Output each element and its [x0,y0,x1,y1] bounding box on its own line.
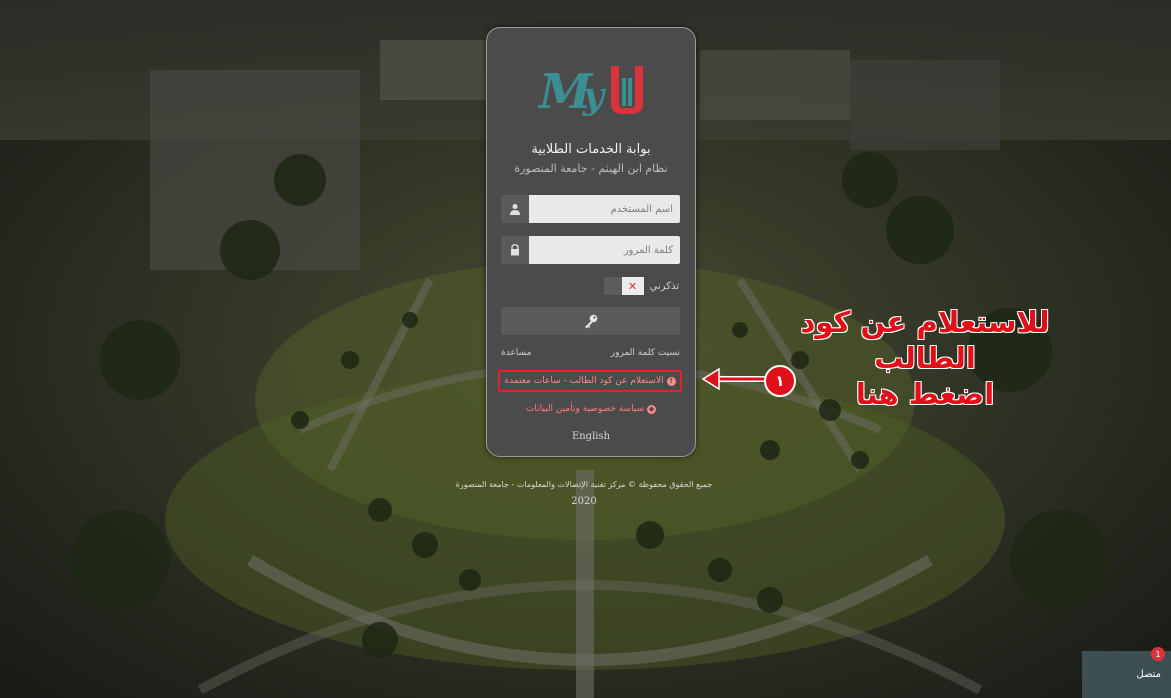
user-icon [501,195,529,223]
remember-me-toggle[interactable]: ✕ [603,277,644,295]
contact-label: متصل [1136,669,1161,680]
myu-logo: M y [487,58,695,118]
copyright-footer: جميع الحقوق محفوظة © مركز تقنية الإتصالا… [434,480,734,507]
password-input[interactable] [529,236,680,264]
remember-me-label: تذكرني [649,280,679,292]
username-field [501,195,680,223]
password-field [501,236,680,264]
auth-links: نسيت كلمة المرور مساعدة [501,348,680,358]
login-button[interactable] [501,307,680,335]
annotation-arrow-icon [701,367,767,391]
login-card: M y بوابة الخدمات الطلابية نظام ابن الهي… [486,27,696,457]
portal-subtitle: نظام ابن الهيثم - جامعة المنصورة [514,162,668,175]
annotation-line-1: للاستعلام عن كود الطالب [800,305,1050,375]
key-icon [584,314,597,329]
annotation-line-2: اضغط هنا [855,377,995,411]
toggle-off-icon: ✕ [621,277,644,295]
help-link[interactable]: مساعدة [501,348,531,358]
shield-icon: ◆ [647,404,657,414]
remember-me: تذكرني ✕ [593,276,679,296]
portal-title: بوابة الخدمات الطلابية [531,142,651,157]
copyright-year: 2020 [571,496,597,507]
copyright-text: جميع الحقوق محفوظة © مركز تقنية الإتصالا… [455,480,713,489]
annotation-text: للاستعلام عن كود الطالب اضغط هنا [800,304,1050,412]
info-icon: ! [666,376,676,386]
username-input[interactable] [529,195,680,223]
contact-widget[interactable]: 1 متصل [1082,647,1171,698]
privacy-policy-link[interactable]: ◆ سياسة خصوصية وتأمين البيانات [487,404,695,414]
student-code-inquiry-link[interactable]: ! الاستعلام عن كود الطالب - ساعات معتمدة [498,370,682,392]
annotation-step-badge: ١ [764,365,796,397]
privacy-policy-label: سياسة خصوصية وتأمين البيانات [525,404,645,414]
notification-badge: 1 [1151,647,1165,661]
lock-icon [501,236,529,264]
language-switch-link[interactable]: English [487,431,695,442]
student-code-inquiry-label: الاستعلام عن كود الطالب - ساعات معتمدة [504,376,664,386]
forgot-password-link[interactable]: نسيت كلمة المرور [611,348,680,358]
svg-text:y: y [582,75,606,117]
